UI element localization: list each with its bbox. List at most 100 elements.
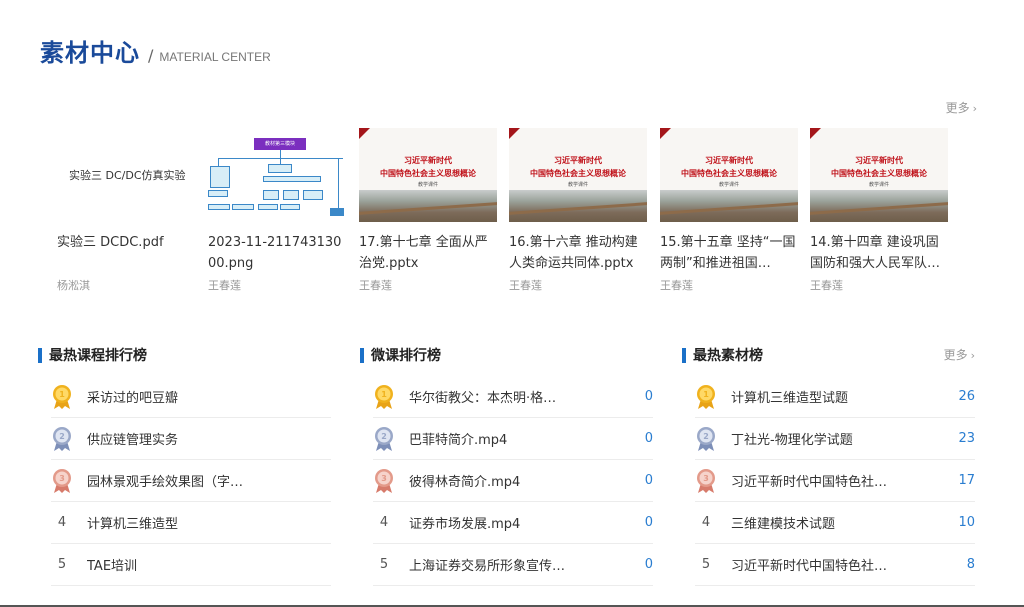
ranking-row[interactable]: 5 TAE培训	[51, 544, 331, 586]
svg-text:2: 2	[703, 432, 709, 441]
ranking-row[interactable]: 1 计算机三维造型试题 26	[695, 376, 975, 418]
ranking-item-label[interactable]: 计算机三维造型试题	[731, 387, 848, 406]
rank-number: 5	[379, 557, 389, 572]
slide-title-line: 习近平新时代	[705, 156, 753, 165]
material-card[interactable]: 习近平新时代 中国特色社会主义思想概论 教学课件 14.第十四章 建设巩固国防和强大人…	[810, 128, 950, 293]
ranking-item-count: 0	[644, 431, 653, 446]
material-thumbnail[interactable]: 习近平新时代 中国特色社会主义思想概论 教学课件	[509, 128, 647, 222]
diagram-connector	[338, 158, 339, 208]
slide-title-line: 中国特色社会主义思想概论	[380, 169, 476, 178]
medal-icon: 2	[51, 426, 73, 452]
ranking-item-label[interactable]: 习近平新时代中国特色社…	[731, 471, 887, 490]
ranking-list: 1 采访过的吧豆瓣 2 供应链管理实务 3 园林景观手绘效果图（字… 4 计算机三维造型 5 TA…	[51, 376, 331, 586]
rank-number: 4	[57, 515, 67, 530]
diagram-node	[263, 176, 321, 182]
ranking-item-label[interactable]: 华尔街教父：本杰明·格…	[409, 387, 556, 406]
corner-ribbon-icon	[509, 128, 520, 139]
ranking-item-label[interactable]: 彼得林奇简介.mp4	[409, 471, 520, 490]
medal-icon: 2	[695, 426, 717, 452]
material-author: 王春莲	[810, 279, 843, 292]
ranking-item-label[interactable]: 计算机三维造型	[87, 513, 178, 532]
rank-number: 5	[701, 557, 711, 572]
diagram-node	[303, 190, 323, 200]
diagram-node	[330, 208, 344, 216]
ranking-item-label[interactable]: 三维建模技术试题	[731, 513, 835, 532]
slide-subtitle: 教学课件	[417, 182, 438, 188]
slide-title-line: 中国特色社会主义思想概论	[831, 169, 927, 178]
ranking-item-label[interactable]: 习近平新时代中国特色社…	[731, 555, 887, 574]
rank-number: 5	[57, 557, 67, 572]
ranking-row[interactable]: 5 习近平新时代中国特色社… 8	[695, 544, 975, 586]
ranking-row[interactable]: 1 华尔街教父：本杰明·格… 0	[373, 376, 653, 418]
medal-icon: 1	[373, 384, 395, 410]
ranking-row[interactable]: 3 园林景观手绘效果图（字…	[51, 460, 331, 502]
ranking-row[interactable]: 4 计算机三维造型	[51, 502, 331, 544]
svg-text:3: 3	[381, 474, 387, 483]
ranking-row[interactable]: 4 证券市场发展.mp4 0	[373, 502, 653, 544]
more-materials-link[interactable]: 更多 ›	[946, 99, 977, 116]
material-card[interactable]: 习近平新时代中国特色社会主义思想概论 教学课件 17.第十七章 全面从严治党.ppt…	[359, 128, 499, 293]
ranking-header: 最热素材榜	[682, 345, 982, 365]
slide-subtitle: 教学课件	[718, 182, 739, 188]
svg-text:3: 3	[59, 474, 65, 483]
material-thumbnail[interactable]: 习近平新时代中国特色社会主义思想概论 教学课件	[660, 128, 798, 222]
material-card[interactable]: 教材第三模块 2023-11-21174313000.png 王春莲	[208, 128, 348, 293]
slide-subtitle: 教学课件	[567, 182, 588, 188]
diagram-node	[208, 204, 230, 210]
slide-title-line: 习近平新时代	[404, 156, 452, 165]
diagram-node	[268, 164, 292, 173]
ranking-row[interactable]: 2 丁社光-物理化学试题 23	[695, 418, 975, 460]
material-author: 王春莲	[509, 279, 542, 292]
ranking-row[interactable]: 4 三维建模技术试题 10	[695, 502, 975, 544]
material-thumbnail[interactable]: 习近平新时代 中国特色社会主义思想概论 教学课件	[810, 128, 948, 222]
material-name[interactable]: 16.第十六章 推动构建人类命运共同体.pptx	[509, 232, 649, 274]
corner-ribbon-icon	[359, 128, 370, 139]
ranking-item-count: 26	[958, 389, 975, 404]
ranking-list: 1 计算机三维造型试题 26 2 丁社光-物理化学试题 23 3 习近平新时代中国特色社… 17…	[695, 376, 975, 586]
page-title: 素材中心	[40, 39, 140, 67]
rank-number: 4	[701, 515, 711, 530]
corner-ribbon-icon	[660, 128, 671, 139]
ranking-item-count: 0	[644, 515, 653, 530]
accent-bar	[360, 347, 364, 363]
ranking-item-count: 0	[644, 557, 653, 572]
material-name[interactable]: 14.第十四章 建设巩固国防和强大人民军队…	[810, 232, 950, 274]
corner-ribbon-icon	[810, 128, 821, 139]
material-card[interactable]: 习近平新时代中国特色社会主义思想概论 教学课件 15.第十五章 坚持“一国两制”和推…	[660, 128, 800, 293]
ranking-item-label[interactable]: 丁社光-物理化学试题	[731, 429, 853, 448]
material-author: 杨淞淇	[57, 279, 90, 292]
svg-text:2: 2	[59, 432, 65, 441]
ranking-row[interactable]: 5 上海证券交易所形象宣传… 0	[373, 544, 653, 586]
thumbnail-caption: 实验三 DC/DC仿真实验	[69, 169, 186, 182]
ranking-panel: 微课排行榜 1 华尔街教父：本杰明·格… 0 2 巴菲特简介.mp4 0 3 彼得林奇简介.mp…	[360, 345, 660, 586]
ranking-item-label[interactable]: 证券市场发展.mp4	[409, 513, 520, 532]
material-name[interactable]: 17.第十七章 全面从严治党.pptx	[359, 232, 499, 274]
medal-icon: 3	[695, 468, 717, 494]
material-name[interactable]: 实验三 DCDC.pdf	[57, 232, 197, 274]
diagram-node	[258, 204, 278, 210]
ranking-row[interactable]: 1 采访过的吧豆瓣	[51, 376, 331, 418]
ranking-item-label[interactable]: TAE培训	[87, 555, 137, 574]
ranking-item-count: 0	[644, 473, 653, 488]
material-name[interactable]: 15.第十五章 坚持“一国两制”和推进祖国…	[660, 232, 800, 274]
rank-number: 4	[379, 515, 389, 530]
material-card[interactable]: 实验三 DC/DC仿真实验实验三 DCDC.pdf 杨淞淇	[57, 128, 197, 293]
material-card[interactable]: 习近平新时代 中国特色社会主义思想概论 教学课件 16.第十六章 推动构建人类命运共同…	[509, 128, 649, 293]
ranking-item-label[interactable]: 供应链管理实务	[87, 429, 178, 448]
material-thumbnail[interactable]: 实验三 DC/DC仿真实验	[57, 128, 195, 222]
diagram-root-box: 教材第三模块	[254, 138, 306, 150]
ranking-row[interactable]: 3 习近平新时代中国特色社… 17	[695, 460, 975, 502]
ranking-item-label[interactable]: 上海证券交易所形象宣传…	[409, 555, 565, 574]
ranking-row[interactable]: 2 巴菲特简介.mp4 0	[373, 418, 653, 460]
medal-icon: 2	[373, 426, 395, 452]
ranking-item-label[interactable]: 园林景观手绘效果图（字…	[87, 471, 243, 490]
ranking-row[interactable]: 2 供应链管理实务	[51, 418, 331, 460]
ranking-item-label[interactable]: 采访过的吧豆瓣	[87, 387, 178, 406]
ranking-row[interactable]: 3 彼得林奇简介.mp4 0	[373, 460, 653, 502]
slide-title-line: 中国特色社会主义思想概论	[681, 169, 777, 178]
ranking-item-label[interactable]: 巴菲特简介.mp4	[409, 429, 507, 448]
material-thumbnail[interactable]: 教材第三模块	[208, 128, 346, 222]
material-thumbnail[interactable]: 习近平新时代中国特色社会主义思想概论 教学课件	[359, 128, 497, 222]
ranking-title: 最热素材榜	[693, 348, 763, 364]
material-name[interactable]: 2023-11-21174313000.png	[208, 232, 348, 274]
